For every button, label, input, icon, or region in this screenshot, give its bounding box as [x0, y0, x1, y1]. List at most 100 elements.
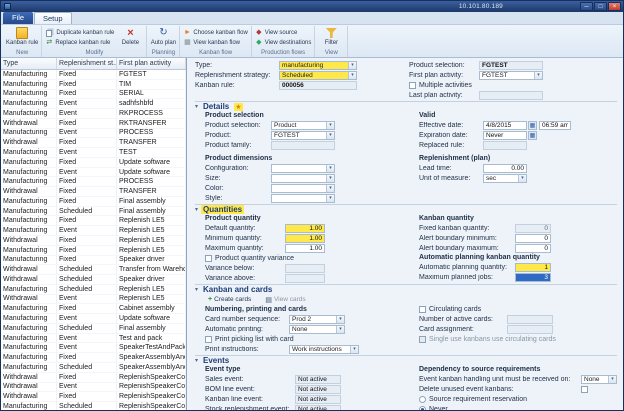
table-row[interactable]: Manufacturing Event SpeakerTestAndPackag… — [1, 343, 186, 353]
calendar-icon[interactable]: ▦ — [528, 121, 537, 130]
automatic-printing-combo[interactable]: None ▾ — [289, 325, 345, 334]
column-header-type[interactable]: Type — [1, 58, 57, 69]
circulating-cards-checkbox[interactable] — [419, 306, 426, 313]
stock-replenishment-event-input[interactable] — [295, 405, 341, 411]
table-row[interactable]: Manufacturing Fixed Replenish LE5 — [1, 246, 186, 256]
effective-time-input[interactable] — [539, 121, 571, 130]
table-row[interactable]: Manufacturing Event Update software — [1, 168, 186, 178]
table-row[interactable]: Manufacturing Event sadhfshbfd — [1, 99, 186, 109]
table-row[interactable]: Withdrawal Fixed Replenish LE5 — [1, 236, 186, 246]
table-row[interactable]: Manufacturing Event Replenish LE5 — [1, 226, 186, 236]
maximize-button[interactable]: □ — [594, 2, 607, 11]
product-selection-input[interactable] — [479, 61, 543, 70]
table-row[interactable]: Manufacturing Fixed Final assembly — [1, 197, 186, 207]
size-combo[interactable]: ▾ — [271, 174, 335, 183]
view-source-button[interactable]: ◆ View source — [255, 29, 312, 37]
table-row[interactable]: Withdrawal Fixed TRANSFER — [1, 187, 186, 197]
print-instructions-combo[interactable]: Work instructions ▾ — [289, 345, 359, 354]
view-cards-button[interactable]: ▤ View cards — [262, 295, 308, 305]
table-row[interactable]: Withdrawal Event Replenish LE5 — [1, 295, 186, 305]
unit-of-measure-combo[interactable]: sec ▾ — [483, 174, 527, 183]
print-picking-list-checkbox[interactable] — [205, 336, 212, 343]
minimize-button[interactable]: ─ — [580, 2, 593, 11]
table-row[interactable]: Manufacturing Event TEST — [1, 148, 186, 158]
delete-unused-event-kanbans-checkbox[interactable] — [581, 386, 588, 393]
maximum-quantity-input[interactable] — [285, 244, 325, 253]
kanban-line-event-input[interactable] — [295, 395, 341, 404]
table-row[interactable]: Manufacturing Scheduled ReplenishSpeaker… — [1, 402, 186, 411]
color-combo[interactable]: ▾ — [271, 184, 335, 193]
table-row[interactable]: Manufacturing Event Update software — [1, 314, 186, 324]
product-selection-mode-combo[interactable]: Product ▾ — [271, 121, 335, 130]
table-row[interactable]: Manufacturing Scheduled Final assembly — [1, 207, 186, 217]
kanban-rule-input[interactable] — [279, 81, 357, 90]
section-kanban-and-cards-header[interactable]: ▾ Kanban and cards — [195, 284, 617, 294]
table-row[interactable]: Withdrawal Scheduled Transfer from Wareh… — [1, 265, 186, 275]
view-destinations-button[interactable]: ◆ View destinations — [255, 39, 312, 47]
table-row[interactable]: Manufacturing Fixed PROCESS — [1, 177, 186, 187]
alert-boundary-minimum-input[interactable] — [515, 234, 551, 243]
section-quantities-header[interactable]: ▾ Quantities — [195, 204, 617, 214]
table-row[interactable]: Manufacturing Event RKPROCESS — [1, 109, 186, 119]
minimum-quantity-input[interactable] — [285, 234, 325, 243]
product-combo[interactable]: FGTEST ▾ — [271, 131, 335, 140]
table-row[interactable]: Withdrawal Event ReplenishSpeakerCompone… — [1, 383, 186, 393]
event-kanban-handling-combo[interactable]: None ▾ — [581, 375, 617, 384]
card-number-sequence-combo[interactable]: Prod 2 ▾ — [289, 315, 345, 324]
source-requirement-reservation-radio[interactable] — [419, 396, 426, 403]
column-header-first-plan-activity[interactable]: First plan activity — [117, 58, 186, 69]
table-row[interactable]: Manufacturing Scheduled SpeakerAssemblyA… — [1, 363, 186, 373]
table-row[interactable]: Manufacturing Fixed Cabinet assembly — [1, 304, 186, 314]
create-cards-button[interactable]: + Create cards — [205, 295, 254, 304]
table-row[interactable]: Manufacturing Fixed FGTEST — [1, 70, 186, 80]
calendar-icon[interactable]: ▦ — [528, 131, 537, 140]
replenishment-strategy-combo[interactable]: Scheduled ▾ — [279, 71, 357, 80]
maximum-planned-jobs-input[interactable] — [515, 273, 551, 282]
table-row[interactable]: Manufacturing Fixed Update software — [1, 158, 186, 168]
tab-file[interactable]: File — [3, 12, 33, 24]
table-row[interactable]: Withdrawal Fixed TRANSFER — [1, 138, 186, 148]
table-row[interactable]: Withdrawal Scheduled Speaker driver — [1, 275, 186, 285]
alert-boundary-maximum-input[interactable] — [515, 244, 551, 253]
section-events-header[interactable]: ▾ Events — [195, 355, 617, 365]
table-row[interactable]: Withdrawal Fixed RKTRANSFER — [1, 119, 186, 129]
tab-setup[interactable]: Setup — [34, 12, 72, 24]
duplicate-kanban-rule-button[interactable]: Duplicate kanban rule — [45, 29, 114, 37]
table-row[interactable]: Withdrawal Fixed ReplenishSpeakerCompone… — [1, 373, 186, 383]
never-radio[interactable] — [419, 406, 426, 411]
view-kanban-flow-button[interactable]: ▦ View kanban flow — [183, 39, 247, 47]
kanban-grid-body: Manufacturing Fixed FGTEST Manufacturing… — [1, 70, 186, 411]
table-row[interactable]: Manufacturing Fixed Replenish LE5 — [1, 216, 186, 226]
table-row[interactable]: Manufacturing Event PROCESS — [1, 129, 186, 139]
table-row[interactable]: Manufacturing Fixed SpeakerAssemblyAndPo… — [1, 353, 186, 363]
table-row[interactable]: Manufacturing Event Test and pack — [1, 334, 186, 344]
sales-event-input[interactable] — [295, 375, 341, 384]
bom-line-event-input[interactable] — [295, 385, 341, 394]
replace-kanban-rule-button[interactable]: ⇄ Replace kanban rule — [45, 39, 114, 47]
table-row[interactable]: Manufacturing Fixed TIM — [1, 80, 186, 90]
table-row[interactable]: Manufacturing Scheduled Final assembly — [1, 324, 186, 334]
lead-time-input[interactable] — [483, 164, 527, 173]
expiration-date-input[interactable] — [483, 131, 527, 140]
table-row[interactable]: Manufacturing Fixed SERIAL — [1, 90, 186, 100]
auto-plan-button[interactable]: ↻ Auto plan — [150, 26, 176, 46]
default-quantity-input[interactable] — [285, 224, 325, 233]
choose-kanban-flow-button[interactable]: ► Choose kanban flow — [183, 29, 247, 37]
effective-date-input[interactable] — [483, 121, 527, 130]
filter-button[interactable]: Filter — [318, 26, 344, 46]
delete-button[interactable]: × Delete — [117, 26, 143, 46]
multiple-activities-checkbox[interactable] — [409, 82, 416, 89]
kanban-rule-button[interactable]: Kanban rule — [6, 26, 38, 46]
section-details-header[interactable]: ▾ Details ★ — [195, 101, 617, 111]
close-button[interactable]: × — [608, 2, 621, 11]
first-plan-activity-combo[interactable]: FGTEST ▾ — [479, 71, 543, 80]
column-header-replenishment[interactable]: Replenishment st... — [57, 58, 117, 69]
style-combo[interactable]: ▾ — [271, 194, 335, 203]
configuration-combo[interactable]: ▾ — [271, 164, 335, 173]
table-row[interactable]: Manufacturing Fixed Speaker driver — [1, 256, 186, 266]
automatic-planning-quantity-input[interactable] — [515, 263, 551, 272]
product-quantity-variance-checkbox[interactable] — [205, 255, 212, 262]
table-row[interactable]: Manufacturing Scheduled Replenish LE5 — [1, 285, 186, 295]
table-row[interactable]: Withdrawal Fixed ReplenishSpeakerCompone… — [1, 392, 186, 402]
type-combo[interactable]: manufacturing ▾ — [279, 61, 357, 70]
